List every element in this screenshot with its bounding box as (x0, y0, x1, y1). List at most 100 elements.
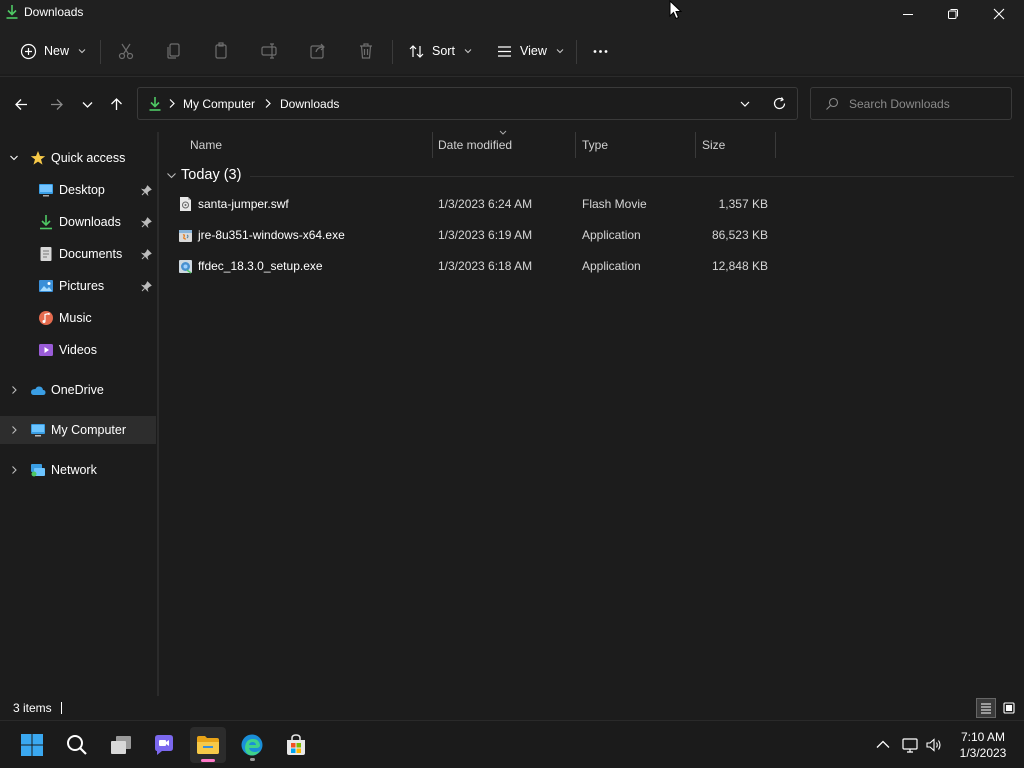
sort-button[interactable]: Sort (408, 36, 472, 66)
file-row[interactable]: ffdec_18.3.0_setup.exe 1/3/2023 6:18 AM … (166, 252, 786, 280)
active-indicator (201, 759, 215, 762)
file-type: Flash Movie (582, 197, 647, 211)
clock-time: 7:10 AM (960, 730, 1006, 744)
status-bar: 3 items (0, 696, 1024, 720)
sidebar-item-network[interactable]: Network (0, 456, 156, 484)
task-view-button[interactable] (103, 727, 139, 763)
column-header-size[interactable]: Size (696, 132, 775, 158)
chevron-down-icon[interactable] (166, 170, 177, 181)
search-input[interactable] (849, 95, 1004, 113)
details-view-icon (981, 703, 991, 714)
sidebar-item-my-computer[interactable]: My Computer (0, 416, 156, 444)
column-header-type[interactable]: Type (576, 132, 695, 158)
title-bar: Downloads (0, 0, 1024, 28)
sidebar-item-downloads[interactable]: Downloads (0, 208, 156, 236)
breadcrumb-my-computer[interactable]: My Computer (183, 97, 255, 111)
chevron-down-icon[interactable] (9, 153, 19, 163)
start-button[interactable] (14, 727, 50, 763)
pin-icon (141, 216, 152, 228)
file-row[interactable]: santa-jumper.swf 1/3/2023 6:24 AM Flash … (166, 190, 786, 218)
file-name: santa-jumper.swf (198, 197, 289, 211)
sidebar-item-music[interactable]: Music (0, 304, 156, 332)
sidebar-item-label: Downloads (59, 215, 121, 229)
search-icon (826, 97, 839, 110)
network-icon (31, 464, 45, 477)
computer-icon (31, 424, 45, 437)
file-date: 1/3/2023 6:19 AM (438, 228, 533, 242)
column-header-name[interactable]: Name (166, 132, 432, 158)
search-box[interactable] (810, 87, 1012, 120)
sidebar-item-label: OneDrive (51, 383, 104, 397)
sidebar-item-videos[interactable]: Videos (0, 336, 156, 364)
address-bar[interactable]: My Computer Downloads (137, 87, 798, 120)
chevron-right-icon[interactable] (9, 425, 19, 435)
chevron-up-icon[interactable] (874, 736, 892, 754)
sidebar-item-onedrive[interactable]: OneDrive (0, 376, 156, 404)
swf-file-icon (180, 197, 191, 211)
column-divider[interactable] (775, 132, 776, 158)
chevron-right-icon[interactable] (9, 465, 19, 475)
restore-button[interactable] (930, 0, 976, 28)
details-view-button[interactable] (976, 698, 996, 718)
new-button[interactable]: New (20, 36, 86, 66)
plus-circle-icon (20, 43, 37, 59)
column-label: Type (582, 138, 609, 152)
documents-icon (40, 247, 52, 261)
view-button[interactable]: View (496, 36, 564, 66)
forward-button[interactable] (46, 94, 66, 114)
breadcrumb-downloads[interactable]: Downloads (280, 97, 339, 111)
arrow-right-icon (50, 98, 63, 110)
sort-icon (409, 44, 424, 58)
item-count: 3 items (13, 701, 52, 715)
cut-icon[interactable] (116, 41, 136, 61)
chevron-right-icon[interactable] (9, 385, 19, 395)
sidebar-item-label: My Computer (51, 423, 127, 437)
close-button[interactable] (976, 0, 1022, 28)
chevron-down-icon[interactable] (739, 99, 751, 109)
back-button[interactable] (11, 94, 31, 114)
sidebar-item-label: Music (59, 311, 92, 325)
more-options-button[interactable] (592, 36, 609, 66)
taskbar-clock[interactable]: 7:10 AM 1/3/2023 (950, 729, 1016, 761)
edge-button[interactable] (234, 727, 270, 763)
chevron-down-icon (78, 49, 86, 54)
file-type: Application (582, 259, 641, 273)
sidebar-item-documents[interactable]: Documents (0, 240, 156, 268)
tiles-view-button[interactable] (999, 698, 1019, 718)
task-view-icon (111, 736, 131, 754)
share-icon[interactable] (308, 41, 328, 61)
copy-icon[interactable] (164, 41, 184, 61)
column-label: Name (190, 138, 223, 152)
paste-icon[interactable] (212, 41, 232, 61)
minimize-icon (903, 14, 913, 15)
rename-icon[interactable] (260, 41, 280, 61)
refresh-icon[interactable] (772, 96, 787, 111)
download-icon (40, 215, 52, 230)
recent-locations-button[interactable] (77, 94, 97, 114)
up-button[interactable] (106, 94, 126, 114)
minimize-button[interactable] (885, 0, 931, 28)
sidebar-item-pictures[interactable]: Pictures (0, 272, 156, 300)
sidebar-item-label: Quick access (51, 151, 126, 165)
windows-start-icon (21, 734, 43, 756)
sidebar-item-quick-access[interactable]: Quick access (0, 144, 156, 172)
chevron-right-icon (265, 99, 271, 108)
delete-icon[interactable] (356, 41, 376, 61)
edge-icon (241, 734, 263, 756)
taskbar-search-button[interactable] (59, 727, 95, 763)
sidebar-item-label: Network (51, 463, 97, 477)
sidebar-item-desktop[interactable]: Desktop (0, 176, 156, 204)
taskbar: 7:10 AM 1/3/2023 (0, 720, 1024, 768)
group-header-today[interactable]: Today (3) (166, 166, 1014, 186)
store-button[interactable] (278, 727, 314, 763)
file-explorer-button[interactable] (190, 727, 226, 763)
chat-button[interactable] (146, 727, 182, 763)
column-header-date[interactable]: Date modified (433, 132, 575, 158)
network-icon[interactable] (901, 736, 919, 754)
file-row[interactable]: jre-8u351-windows-x64.exe 1/3/2023 6:19 … (166, 221, 786, 249)
pane-splitter[interactable] (157, 132, 159, 696)
file-name: jre-8u351-windows-x64.exe (198, 228, 345, 242)
separator (576, 40, 577, 64)
clock-date: 1/3/2023 (959, 746, 1007, 760)
volume-icon[interactable] (925, 736, 943, 754)
